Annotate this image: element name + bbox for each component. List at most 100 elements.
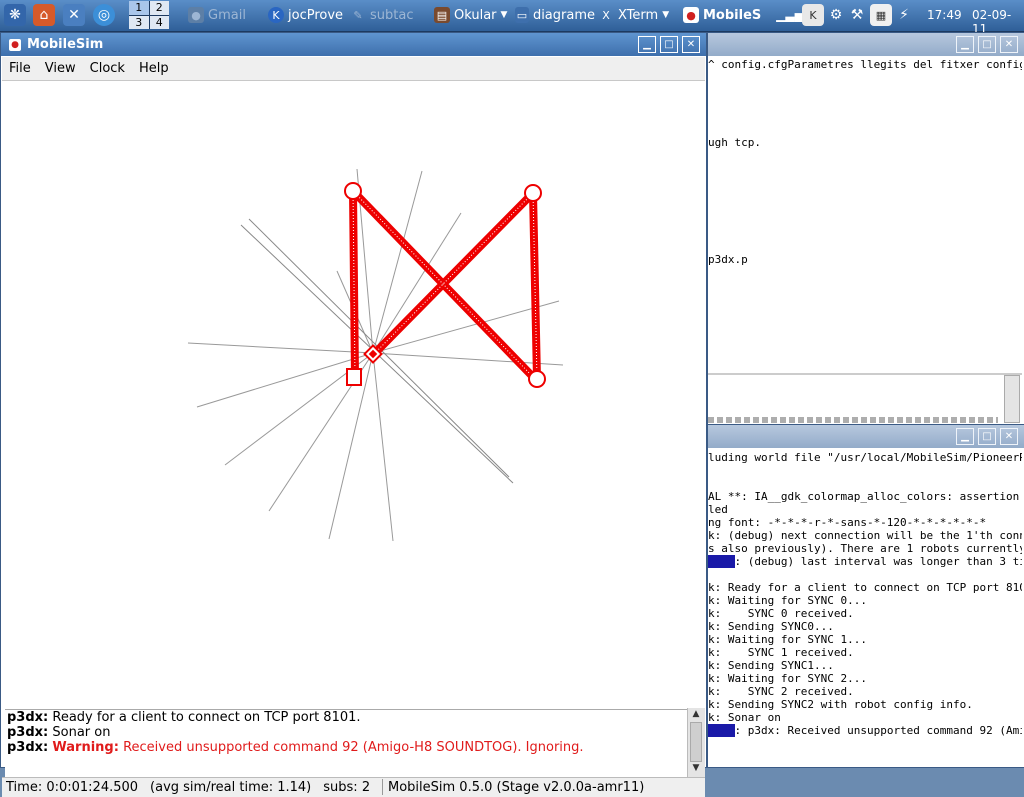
terminal-window-2[interactable]: ▁ □ ✕ luding world file "/usr/local/Mobi… xyxy=(707,424,1024,768)
maximize-button[interactable]: □ xyxy=(978,36,996,53)
avg-time-ratio: (avg sim/real time: 1.14) xyxy=(150,780,312,795)
log-scrollbar[interactable]: ▲ ▼ xyxy=(687,708,705,777)
terminal-line: k: Waiting for SYNC 0... xyxy=(708,594,867,607)
scrolled-text-fragment xyxy=(708,417,998,423)
minimize-button[interactable]: ▁ xyxy=(638,36,656,53)
power-icon[interactable]: ⚡ xyxy=(893,4,915,26)
maximize-button[interactable]: □ xyxy=(978,428,996,445)
close-button[interactable]: ✕ xyxy=(682,36,700,53)
system-settings-icon[interactable]: ✕ xyxy=(63,4,85,26)
scroll-down-icon[interactable]: ▼ xyxy=(690,763,702,775)
task-label: XTerm xyxy=(618,7,659,23)
window-title: MobileSim xyxy=(27,37,104,52)
terminal-line-text: : p3dx: Received unsupported command 92 … xyxy=(734,724,1023,737)
terminal-line: ng font: -*-*-*-r-*-sans-*-120-*-*-*-*-*… xyxy=(708,516,987,529)
log-line: p3dx: Sonar on xyxy=(7,725,687,740)
task-mobilesim[interactable]: ● MobileS xyxy=(683,3,763,27)
sonar-ray xyxy=(372,352,394,542)
task-jocprove[interactable]: K jocProve xyxy=(268,3,350,27)
close-button[interactable]: ✕ xyxy=(1000,428,1018,445)
terminal-line: ugh tcp. xyxy=(708,136,761,149)
terminal-line: k: (debug) next connection will be the 1… xyxy=(708,529,1022,542)
network-signal-icon[interactable]: ▁▃▅ xyxy=(776,4,804,26)
terminal-line: k: Ready for a client to connect on TCP … xyxy=(708,581,1022,594)
gmail-icon: ● xyxy=(188,7,204,23)
pager-desktop-4[interactable]: 4 xyxy=(149,15,169,29)
log-message: Sonar on xyxy=(52,725,111,740)
terminal-window-1[interactable]: ▁ □ ✕ ^ config.cfgParametres llegits del… xyxy=(707,32,1024,426)
terminal-line: k: SYNC 0 received. xyxy=(708,607,854,620)
message-log[interactable]: p3dx: Ready for a client to connect on T… xyxy=(5,709,687,777)
menubar: File View Clock Help xyxy=(2,57,705,81)
task-diagrame[interactable]: ▭ diagrame xyxy=(515,3,595,27)
terminal-line: k: Sending SYNC2 with robot config info. xyxy=(708,698,973,711)
pager-desktop-2[interactable]: 2 xyxy=(149,1,169,15)
terminal-line: luding world file "/usr/local/MobileSim/… xyxy=(708,451,1022,464)
trail-corner xyxy=(528,370,546,388)
kde-menu-icon[interactable]: ❋ xyxy=(4,4,26,26)
task-xterm[interactable]: X XTerm ▼ xyxy=(598,3,680,27)
task-okular[interactable]: ▤ Okular ▼ xyxy=(434,3,510,27)
highlight-marker: #### xyxy=(708,555,735,568)
trail-corner xyxy=(524,184,542,202)
task-gmail[interactable]: ● Gmail xyxy=(188,3,258,27)
titlebar[interactable]: ▁ □ ✕ xyxy=(708,425,1024,448)
menu-clock[interactable]: Clock xyxy=(83,61,132,76)
simulation-canvas[interactable] xyxy=(5,83,705,706)
menu-view[interactable]: View xyxy=(38,61,83,76)
tool-icon: ✎ xyxy=(353,8,363,22)
task-label: MobileS xyxy=(703,7,762,23)
highlight-marker: #### xyxy=(708,724,735,737)
titlebar[interactable]: ▁ □ ✕ xyxy=(708,33,1024,56)
terminal-line: k: Sonar on xyxy=(708,711,781,724)
terminal-line: s also previously). There are 1 robots c… xyxy=(708,542,1022,555)
titlebar[interactable]: ● MobileSim ▁ □ ✕ xyxy=(1,33,706,56)
minimize-button[interactable]: ▁ xyxy=(956,428,974,445)
terminal-line: k: Sending SYNC0... xyxy=(708,620,834,633)
terminal-line: led xyxy=(708,503,728,516)
terminal-line: ^ config.cfgParametres llegits del fitxe… xyxy=(708,58,1022,71)
terminal-output: luding world file "/usr/local/MobileSim/… xyxy=(708,451,1022,765)
keyboard-layout-icon[interactable]: ▦ xyxy=(870,4,892,26)
home-icon[interactable]: ⌂ xyxy=(33,4,55,26)
clipboard-icon[interactable]: K xyxy=(802,4,824,26)
scroll-thumb[interactable] xyxy=(690,722,702,762)
pager-desktop-1[interactable]: 1 xyxy=(129,1,149,15)
browser-icon[interactable]: ◎ xyxy=(93,4,115,26)
terminal-line: ####: p3dx: Received unsupported command… xyxy=(708,724,1022,737)
hardware-icon[interactable]: ⚙ xyxy=(825,4,847,26)
app-icon: ● xyxy=(9,38,21,51)
minimize-button[interactable]: ▁ xyxy=(956,36,974,53)
mobilesim-icon: ● xyxy=(683,7,699,23)
chevron-down-icon: ▼ xyxy=(662,10,670,20)
menu-file[interactable]: File xyxy=(2,61,38,76)
log-message: Received unsupported command 92 (Amigo-H… xyxy=(123,740,584,755)
log-line: p3dx: Warning: Received unsupported comm… xyxy=(7,740,687,755)
maximize-button[interactable]: □ xyxy=(660,36,678,53)
log-message: Ready for a client to connect on TCP por… xyxy=(52,710,361,725)
log-source: p3dx: xyxy=(7,725,49,740)
scroll-up-icon[interactable]: ▲ xyxy=(690,709,702,721)
clock[interactable]: 17:49 xyxy=(927,8,962,22)
terminal-line-text: : (debug) last interval was longer than … xyxy=(734,555,1023,568)
simulation-map xyxy=(187,168,564,542)
chevron-down-icon: ▼ xyxy=(500,10,508,20)
terminal-line: k: SYNC 2 received. xyxy=(708,685,854,698)
mobilesim-window: ● MobileSim ▁ □ ✕ File View Clock Help p… xyxy=(0,32,707,797)
pager-desktop-3[interactable]: 3 xyxy=(129,15,149,29)
desktop-pager: 1 2 3 4 xyxy=(129,1,169,29)
tools-icon[interactable]: ⚒ xyxy=(846,4,868,26)
close-button[interactable]: ✕ xyxy=(1000,36,1018,53)
trail-corner xyxy=(344,182,362,200)
konqueror-icon: K xyxy=(268,7,284,23)
statusbar: Time: 0:0:01:24.500 (avg sim/real time: … xyxy=(2,777,705,797)
menu-help[interactable]: Help xyxy=(132,61,176,76)
okular-icon: ▤ xyxy=(434,7,450,23)
terminal-scrollbar[interactable] xyxy=(1004,375,1020,423)
task-subtac[interactable]: ✎ subtac xyxy=(350,3,430,27)
log-source: p3dx: xyxy=(7,740,49,755)
trail-corner xyxy=(346,368,362,386)
log-warning-label: Warning: xyxy=(52,740,119,755)
terminal-line: k: Waiting for SYNC 2... xyxy=(708,672,867,685)
xterm-icon: X xyxy=(602,8,610,22)
